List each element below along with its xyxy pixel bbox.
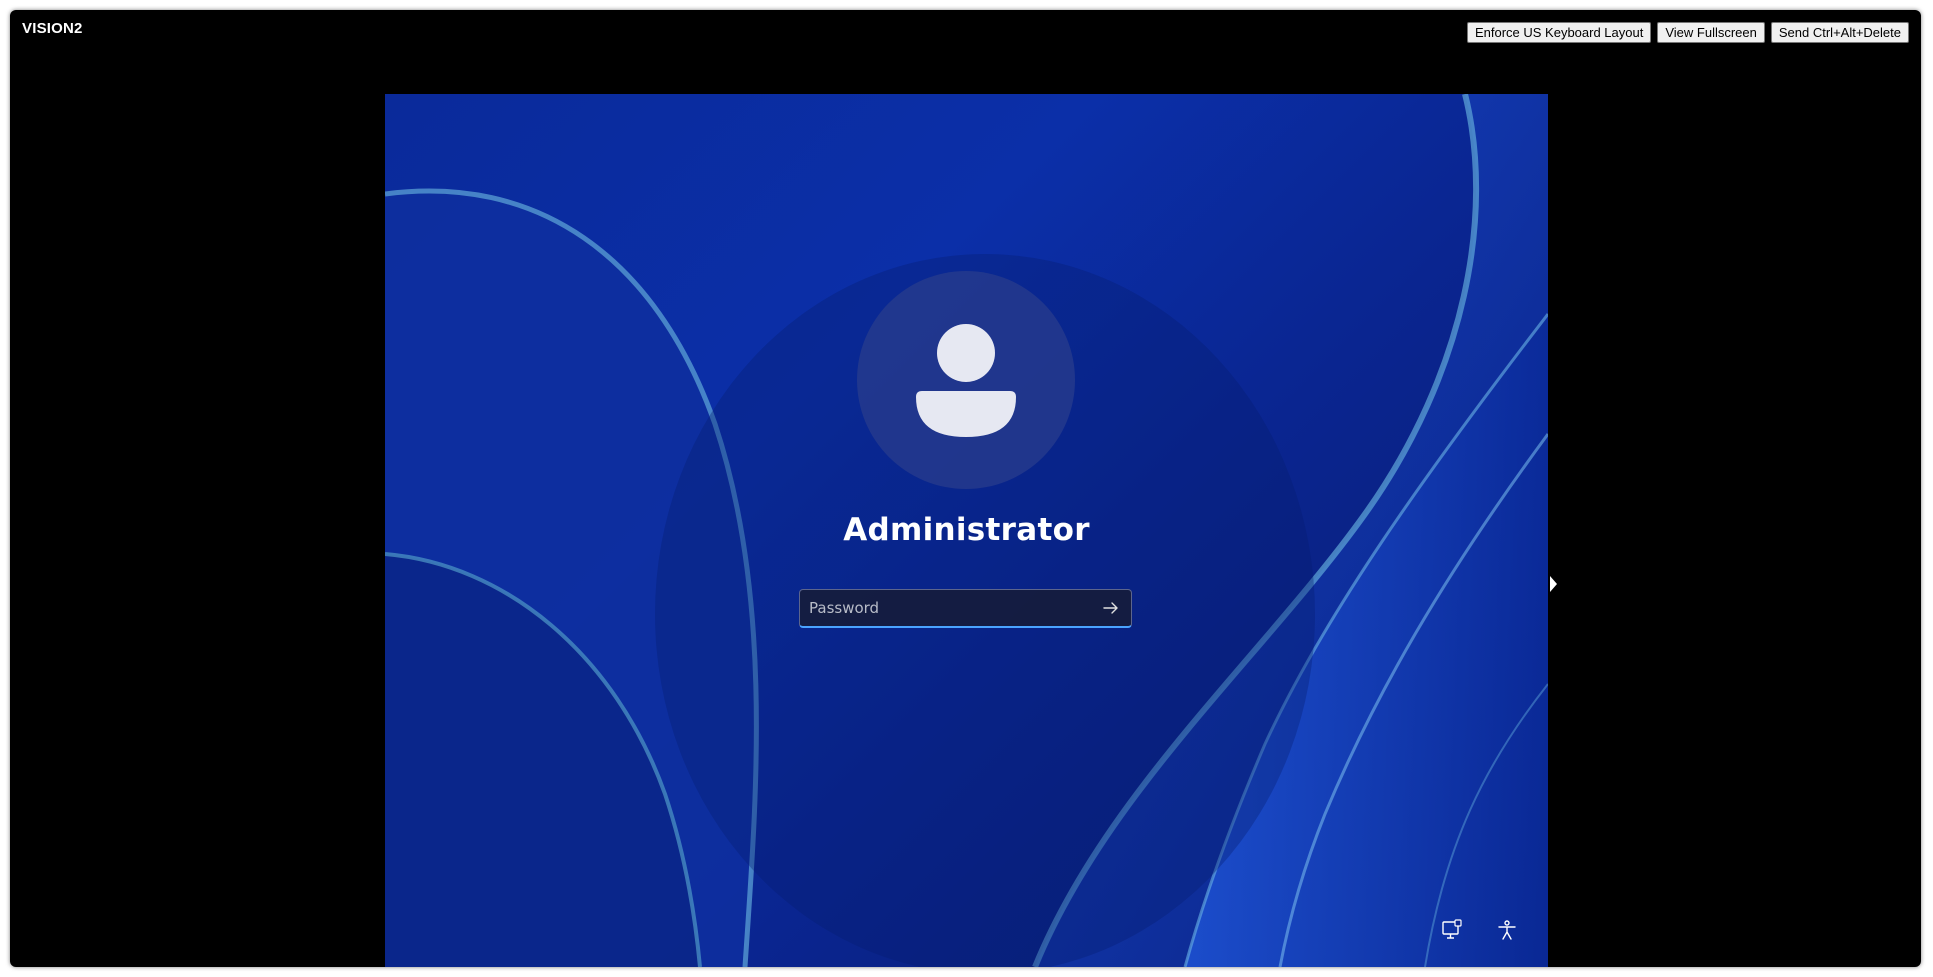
send-ctrl-alt-delete-button[interactable]: Send Ctrl+Alt+Delete (1770, 22, 1909, 43)
remote-viewer-window: VISION2 Enforce US Keyboard Layout View … (10, 10, 1921, 967)
toolbar: Enforce US Keyboard Layout View Fullscre… (1466, 22, 1909, 43)
submit-button[interactable] (1091, 590, 1131, 626)
accessibility-icon (1498, 920, 1516, 940)
app-title: VISION2 (22, 20, 83, 37)
network-button[interactable] (1439, 917, 1465, 943)
user-silhouette-icon (916, 324, 1016, 437)
user-avatar (857, 271, 1075, 489)
network-display-icon (1442, 919, 1462, 939)
password-input[interactable] (800, 589, 1091, 627)
username-label: Administrator (843, 512, 1090, 548)
password-field (799, 589, 1132, 628)
arrow-right-icon (1103, 602, 1118, 614)
view-fullscreen-button[interactable]: View Fullscreen (1657, 22, 1765, 43)
accessibility-button[interactable] (1494, 917, 1520, 943)
mouse-cursor-icon (1550, 576, 1557, 592)
remote-screen[interactable]: Administrator (385, 94, 1548, 967)
enforce-us-keyboard-button[interactable]: Enforce US Keyboard Layout (1466, 22, 1652, 43)
